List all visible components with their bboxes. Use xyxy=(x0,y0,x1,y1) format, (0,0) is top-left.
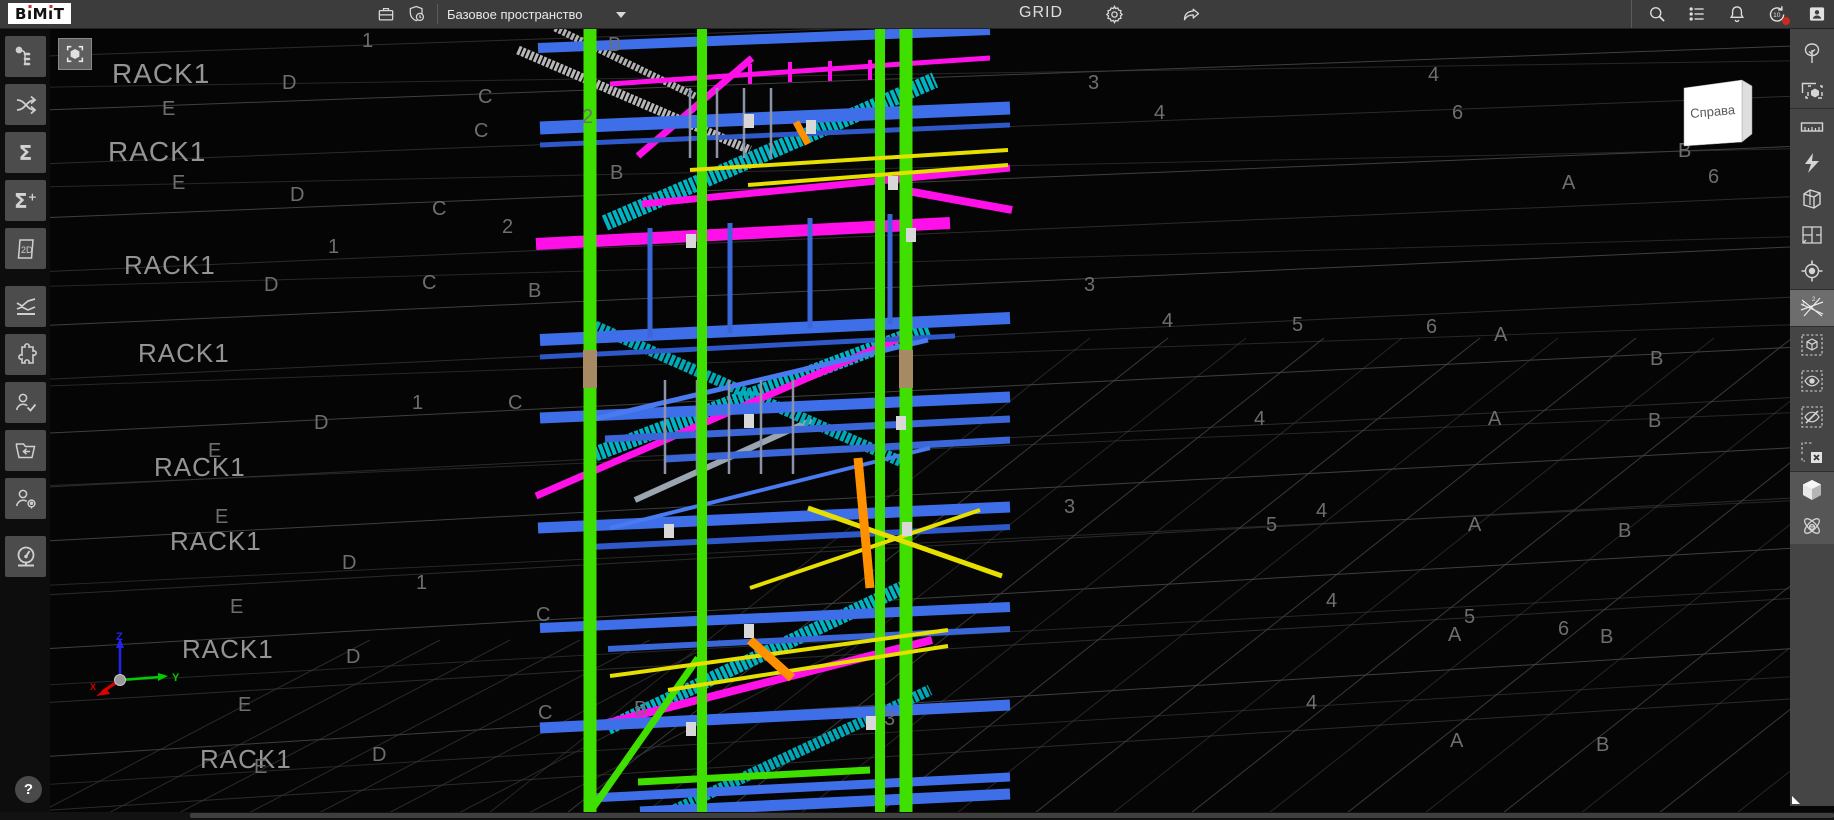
gauge-button[interactable] xyxy=(5,536,46,577)
ruler-button[interactable] xyxy=(1790,109,1834,145)
grid-mode-label[interactable]: GRID xyxy=(1019,4,1063,22)
clear-selection-icon xyxy=(1799,440,1825,466)
user-check-button[interactable] xyxy=(5,382,46,423)
scrollbar-thumb[interactable] xyxy=(190,813,1834,818)
floorplan-icon xyxy=(1799,222,1825,248)
eye-hide-icon xyxy=(1799,404,1825,430)
flash-section-icon xyxy=(1799,150,1825,176)
folder-import-button[interactable] xyxy=(5,430,46,471)
cube-dashed-icon xyxy=(1799,332,1825,358)
search-icon xyxy=(1647,4,1667,24)
history-rotate-icon[interactable]: 10 xyxy=(1766,3,1788,25)
focus-hexagon-icon xyxy=(64,43,86,65)
grid-axes-icon: 1 2 xyxy=(1798,294,1826,322)
chevron-down-icon[interactable] xyxy=(616,12,626,18)
notifications-bell-icon xyxy=(1727,4,1747,24)
shuffle-button[interactable] xyxy=(5,84,46,125)
folder-import-icon xyxy=(13,438,39,464)
bim-viewer-app: BıMıT Базовое пространство GRID xyxy=(0,0,1834,820)
tree-button[interactable] xyxy=(1790,36,1834,72)
frame-select-button[interactable] xyxy=(1790,72,1834,108)
orbit-button[interactable] xyxy=(1790,508,1834,544)
tree-icon xyxy=(1799,41,1825,67)
2d-drawing-button[interactable]: 2D xyxy=(5,228,46,269)
sigma-plus-button[interactable]: Σ+ xyxy=(5,180,46,221)
app-logo[interactable]: BıMıT xyxy=(8,3,71,24)
clear-selection-button[interactable] xyxy=(1790,435,1834,471)
cube-section-icon xyxy=(1799,186,1825,212)
shuffle-icon xyxy=(13,92,39,118)
ruler-icon xyxy=(1799,114,1825,140)
hide-elements-button[interactable] xyxy=(1790,399,1834,435)
model-tree-icon xyxy=(13,44,39,70)
grid-axes-button[interactable]: 1 2 xyxy=(1790,290,1834,326)
account-badge-icon xyxy=(1807,4,1827,24)
isolate-cube-button[interactable] xyxy=(1790,327,1834,363)
svg-text:10: 10 xyxy=(1773,12,1781,19)
target-locate-button[interactable] xyxy=(1790,253,1834,289)
notification-red-dot xyxy=(1782,17,1790,25)
notifications-bell-icon[interactable] xyxy=(1726,3,1748,25)
shield-clock-icon[interactable] xyxy=(406,3,428,25)
horizontal-scrollbar xyxy=(0,812,1834,820)
frame-select-icon xyxy=(1799,77,1825,103)
view-cube[interactable]: Справа xyxy=(1680,78,1758,150)
panel-resize-handle[interactable] xyxy=(1792,796,1800,804)
show-elements-button[interactable] xyxy=(1790,363,1834,399)
orbit-icon xyxy=(1799,513,1825,539)
3d-viewport[interactable]: RACK1RACK1RACK1RACK1RACK1RACK1RACK1RACK1… xyxy=(50,28,1790,812)
plugin-puzzle-button[interactable] xyxy=(5,334,46,375)
workspace-selector[interactable]: Базовое пространство xyxy=(447,0,583,28)
gauge-icon xyxy=(13,544,39,570)
share-icon[interactable] xyxy=(1180,3,1202,25)
share-icon xyxy=(1181,4,1202,25)
floorplan-button[interactable] xyxy=(1790,217,1834,253)
top-toolbar: BıMıT Базовое пространство GRID xyxy=(0,0,1834,29)
account-badge-icon[interactable] xyxy=(1806,3,1828,25)
svg-text:2D: 2D xyxy=(21,245,33,255)
steel-tower-model xyxy=(518,28,1012,812)
focus-model-button[interactable] xyxy=(58,38,92,70)
toolbar-divider xyxy=(437,4,438,24)
user-location-button[interactable] xyxy=(5,478,46,519)
2d-drawing-icon: 2D xyxy=(13,236,39,262)
shaded-view-button[interactable] xyxy=(1790,472,1834,508)
settings-gear-icon xyxy=(1104,4,1125,25)
right-toolbar: 1 2 xyxy=(1790,28,1834,806)
briefcase-icon[interactable] xyxy=(375,3,397,25)
plugin-puzzle-icon xyxy=(13,342,39,368)
search-icon[interactable] xyxy=(1646,3,1668,25)
settings-gear-icon[interactable] xyxy=(1103,3,1125,25)
chart-lines-icon xyxy=(13,294,39,320)
model-3d-canvas xyxy=(50,28,1790,812)
sigma-icon: Σ xyxy=(19,141,33,165)
svg-text:2: 2 xyxy=(1812,297,1816,303)
shaded-cube-icon xyxy=(1799,477,1825,503)
model-tree-button[interactable] xyxy=(5,36,46,77)
briefcase-icon xyxy=(376,4,396,24)
shield-clock-icon xyxy=(407,4,427,24)
list-icon[interactable] xyxy=(1686,3,1708,25)
sigma-button[interactable]: Σ xyxy=(5,132,46,173)
user-check-icon xyxy=(13,390,39,416)
flash-section-button[interactable] xyxy=(1790,145,1834,181)
left-toolbar: Σ Σ+ 2D xyxy=(0,28,50,812)
eye-show-icon xyxy=(1799,368,1825,394)
cube-section-button[interactable] xyxy=(1790,181,1834,217)
list-icon xyxy=(1687,4,1707,24)
view-cube-face: Справа xyxy=(1680,78,1758,150)
target-locate-icon xyxy=(1799,258,1825,284)
sigma-plus-icon: Σ+ xyxy=(14,189,37,213)
user-location-icon xyxy=(13,486,39,512)
chart-lines-button[interactable] xyxy=(5,286,46,327)
help-button[interactable]: ? xyxy=(15,776,42,803)
topbar-right-group: 10 xyxy=(1631,0,1828,28)
